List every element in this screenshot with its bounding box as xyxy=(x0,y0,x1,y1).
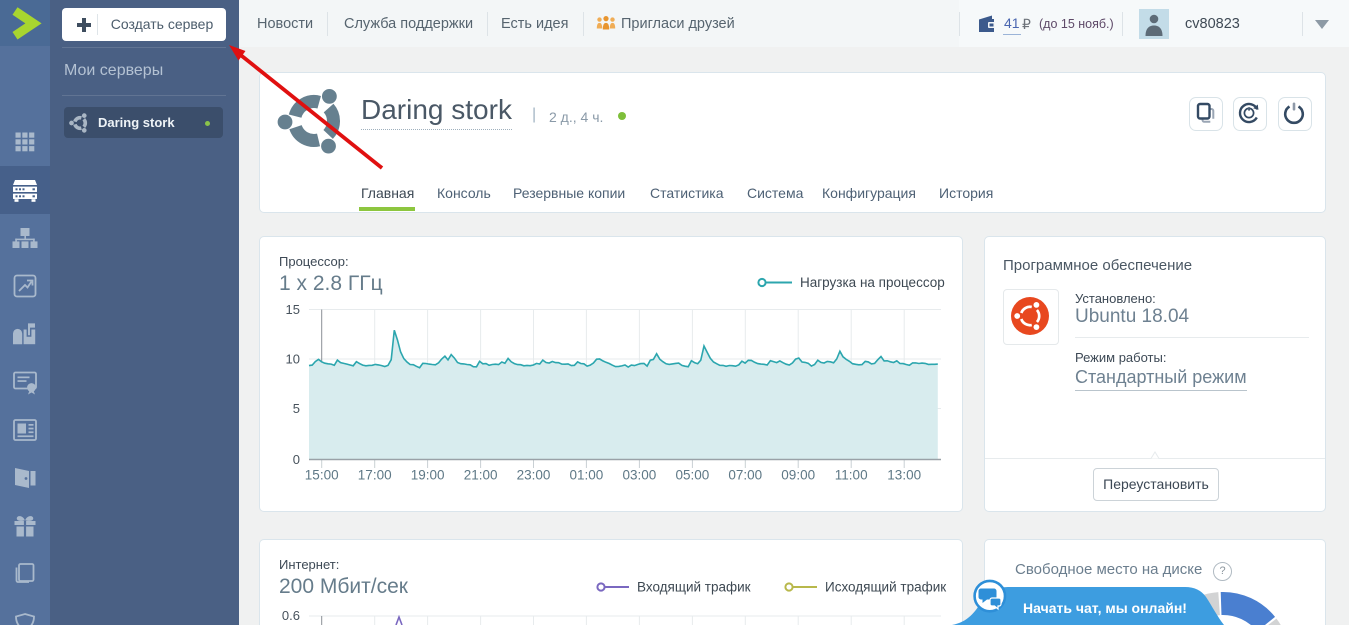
svg-text:17:00: 17:00 xyxy=(358,468,392,483)
svg-text:Входящий трафик: Входящий трафик xyxy=(637,580,751,595)
svg-text:11:00: 11:00 xyxy=(835,468,868,483)
svg-text:21:00: 21:00 xyxy=(464,468,498,483)
svg-text:07:00: 07:00 xyxy=(728,468,762,483)
svg-text:Исходящий трафик: Исходящий трафик xyxy=(825,580,946,595)
svg-text:Начать чат, мы онлайн!: Начать чат, мы онлайн! xyxy=(1023,600,1187,616)
svg-text:15: 15 xyxy=(286,302,300,317)
svg-text:19:00: 19:00 xyxy=(411,468,445,483)
svg-text:10: 10 xyxy=(286,352,300,367)
svg-text:0: 0 xyxy=(293,452,300,467)
svg-text:05:00: 05:00 xyxy=(676,468,710,483)
svg-text:0.6: 0.6 xyxy=(282,608,300,623)
svg-text:13:00: 13:00 xyxy=(887,468,921,483)
svg-text:23:00: 23:00 xyxy=(517,468,551,483)
svg-text:09:00: 09:00 xyxy=(781,468,815,483)
svg-text:01:00: 01:00 xyxy=(570,468,604,483)
svg-text:15:00: 15:00 xyxy=(305,468,339,483)
svg-text:5: 5 xyxy=(293,401,300,416)
svg-text:03:00: 03:00 xyxy=(623,468,657,483)
svg-text:Нагрузка на процессор: Нагрузка на процессор xyxy=(800,275,945,290)
